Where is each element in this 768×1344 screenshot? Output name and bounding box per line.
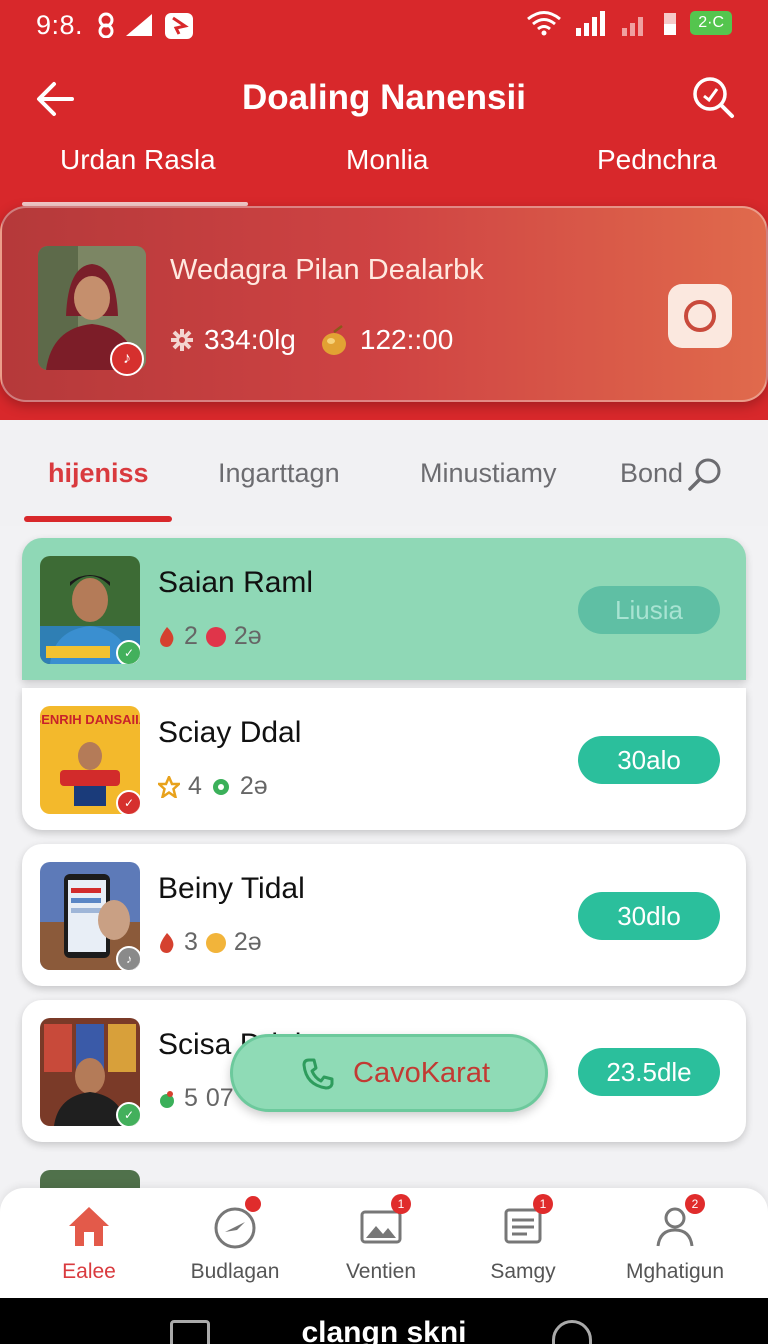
small-battery-icon [664,13,677,35]
nav-label: Mghatigun [625,1260,725,1283]
nav-item-budlagan[interactable]: Budlagan [160,1196,310,1284]
coin-icon [205,932,226,953]
list-item-extra: 2ə [239,772,268,800]
list-item-meta: 2 2ə [158,622,262,651]
tab-pednchra[interactable]: Pednchra [597,144,717,176]
music-badge-icon: ♪ [110,342,144,376]
list-item-meta: 5 07 [158,1084,234,1113]
thumb-title-line1: BENRIH DANSAIIA [40,712,140,727]
badge-icon: ♪ [116,946,140,970]
verified-badge-icon: ✓ [116,640,140,664]
list-item[interactable]: BENRIH DANSAIIA ✓ Sciay Ddal 4 2ə 30alo [22,688,746,830]
call-button-label: CavoKarat [353,1057,491,1089]
nav-badge: 2 [685,1194,705,1214]
nav-badge: 1 [533,1194,553,1214]
tab-ingarttagn[interactable]: Ingarttagn [218,458,340,489]
profile-name: Wedagra Pilan Dealarbk [170,254,484,286]
page-title: Doaling Nanensii [242,78,526,117]
nav-item-samgy[interactable]: 1 Samgy [448,1194,598,1284]
top-app-bar: Doaling Nanensii [0,60,768,136]
list-item-name: Saian Raml [158,566,314,599]
featured-profile-card[interactable]: ♪ Wedagra Pilan Dealarbk 334:0lg 122::00 [0,206,768,402]
notification-app-icon [165,13,193,39]
list-item-thumbnail: BENRIH DANSAIIA ✓ [40,706,140,814]
list-item-action-button[interactable]: 30dlo [578,892,720,940]
list-item-thumbnail: ♪ [40,862,140,970]
list-item-thumbnail: ✓ [40,556,140,664]
gear-green-icon [212,778,229,795]
list-item[interactable]: ♪ Beiny Tidal 3 2ə 30dlo [22,844,746,986]
nav-item-mghatigun[interactable]: 2 Mghatigun [600,1194,750,1284]
profile-icon: 2 [651,1194,705,1250]
star-icon [158,775,180,798]
list-item-extra: 2ə [233,622,262,650]
filter-search-icon[interactable] [686,456,724,494]
image-icon: 1 [357,1194,411,1250]
battery-indicator: 2·C [690,11,732,35]
nav-label: Budlagan [190,1260,280,1283]
list-item-thumbnail: ✓ [40,1018,140,1126]
verified-badge-icon: ✓ [116,1102,140,1126]
record-button[interactable] [668,284,732,348]
tab-urdan-rasla[interactable]: Urdan Rasla [60,144,216,176]
cell-signal-icon [576,11,606,36]
flame-icon [160,932,174,953]
list-item-action-button[interactable]: 23.5dle [578,1048,720,1096]
document-icon: 1 [499,1194,553,1250]
list-item-action-button[interactable]: 30alo [578,736,720,784]
signal-triangle-icon [126,14,152,36]
tab-hijeniss[interactable]: hijeniss [48,458,149,489]
nav-badge: 1 [391,1194,411,1214]
profile-stats: 334:0lg 122::00 [170,324,453,356]
call-button[interactable]: CavoKarat [230,1034,548,1112]
nav-dot-badge [245,1196,261,1212]
coin-bag-icon [321,325,346,355]
list-item-meta: 3 2ə [158,928,262,957]
nav-label: Ealee [62,1260,116,1283]
search-icon[interactable] [690,74,736,120]
badge-icon: ✓ [116,790,140,814]
list-item-extra: 2ə [233,928,262,956]
list-item[interactable]: ✓ Saian Raml 2 2ə Liusia [22,538,746,680]
home-icon [65,1202,113,1250]
list-item-action-button[interactable]: Liusia [578,586,720,634]
nav-item-ventien[interactable]: 1 Ventien [306,1194,456,1284]
stat-points: 334:0lg [204,324,296,355]
wifi-icon [527,11,562,36]
sync-icon [98,12,114,38]
nav-label: Samgy [490,1260,556,1283]
bottom-navigation: Ealee Budlagan 1 Ventien 1 Samgy 2 Mghat… [0,1188,768,1300]
filter-tabs: hijeniss Ingarttagn Minustiamy Bond [0,430,768,526]
system-bar-label: clangn skni [301,1316,467,1344]
active-filter-indicator [24,516,172,522]
tab-bond[interactable]: Bond [620,458,683,489]
list-item-count: 2 [184,622,198,650]
list-item-count: 5 [184,1084,198,1112]
leaf-icon [160,1090,174,1108]
tab-minustiamy[interactable]: Minustiamy [420,458,557,489]
stat-coins: 122::00 [359,324,454,355]
flame-icon [160,626,174,647]
tab-monlia[interactable]: Monlia [346,144,428,176]
status-time: 9:8. [36,10,84,40]
list-item-name: Beiny Tidal [158,872,305,905]
cell-signal-2-icon [622,17,644,36]
list-item-extra: 07 [205,1084,234,1112]
nav-item-home[interactable]: Ealee [14,1202,164,1284]
compass-icon [211,1196,261,1250]
list-item-count: 3 [184,928,198,956]
list-item-count: 4 [188,772,202,800]
system-navigation-bar: clangn skni [0,1298,768,1344]
list-item-meta: 4 2ə [158,772,268,801]
gear-icon [171,329,193,351]
alert-dot-icon [205,626,226,647]
nav-label: Ventien [345,1260,417,1283]
list-item-name: Sciay Ddal [158,716,302,749]
phone-icon [302,1058,334,1090]
status-bar: 9:8. 2·C [0,0,768,50]
status-right: 2·C [526,10,732,36]
top-tabs: Urdan Rasla Monlia Pednchra [0,138,768,208]
